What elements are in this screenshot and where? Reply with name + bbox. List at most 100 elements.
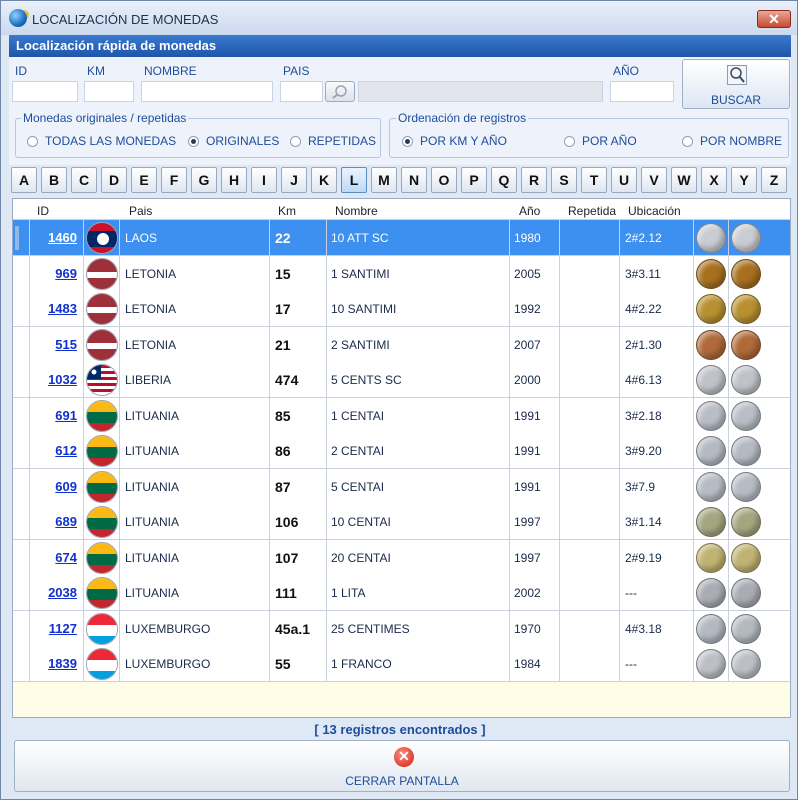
table-row[interactable]: 609 LITUANIA 87 5 CENTAI 1991 3#7.9: [13, 468, 790, 505]
letter-button-l[interactable]: L: [341, 167, 367, 193]
coin-id-link[interactable]: 689: [29, 514, 77, 529]
letter-button-j[interactable]: J: [281, 167, 307, 193]
coin-reverse-image[interactable]: [731, 613, 761, 644]
table-row[interactable]: 1483 LETONIA 17 10 SANTIMI 1992 4#2.22: [13, 291, 790, 327]
coin-reverse-image[interactable]: [731, 578, 761, 608]
ano-field[interactable]: [610, 81, 674, 102]
letter-button-c[interactable]: C: [71, 167, 97, 193]
letter-button-p[interactable]: P: [461, 167, 487, 193]
km-field[interactable]: [84, 81, 134, 102]
letter-button-f[interactable]: F: [161, 167, 187, 193]
radio-por-a-o[interactable]: POR AÑO: [564, 134, 637, 148]
table-row[interactable]: 1032 LIBERIA 474 5 CENTS SC 2000 4#6.13: [13, 362, 790, 398]
letter-button-g[interactable]: G: [191, 167, 217, 193]
coin-reverse-image[interactable]: [731, 329, 761, 360]
radio-todas-las-monedas[interactable]: TODAS LAS MONEDAS: [27, 134, 176, 148]
coin-obverse-image[interactable]: [696, 258, 726, 289]
coin-reverse-image[interactable]: [731, 400, 761, 431]
col-ubicacion[interactable]: Ubicación: [628, 204, 681, 218]
coin-reverse-image[interactable]: [731, 294, 761, 324]
coin-id-link[interactable]: 515: [29, 337, 77, 352]
letter-button-d[interactable]: D: [101, 167, 127, 193]
radio-por-km-y-a-o[interactable]: POR KM Y AÑO: [402, 134, 507, 148]
radio-originales[interactable]: ORIGINALES: [188, 134, 279, 148]
letter-button-v[interactable]: V: [641, 167, 667, 193]
letter-button-e[interactable]: E: [131, 167, 157, 193]
coin-reverse-image[interactable]: [731, 365, 761, 395]
coin-id-link[interactable]: 1032: [29, 372, 77, 387]
letter-button-w[interactable]: W: [671, 167, 697, 193]
coin-obverse-image[interactable]: [696, 613, 726, 644]
letter-button-s[interactable]: S: [551, 167, 577, 193]
coin-id-link[interactable]: 612: [29, 443, 77, 458]
coin-id-link[interactable]: 1483: [29, 301, 77, 316]
coin-obverse-image[interactable]: [696, 649, 726, 679]
table-row[interactable]: 2038 LITUANIA 111 1 LITA 2002 ---: [13, 575, 790, 611]
letter-button-r[interactable]: R: [521, 167, 547, 193]
table-row[interactable]: 674 LITUANIA 107 20 CENTAI 1997 2#9.19: [13, 539, 790, 576]
letter-button-k[interactable]: K: [311, 167, 337, 193]
letter-button-u[interactable]: U: [611, 167, 637, 193]
letter-button-z[interactable]: Z: [761, 167, 787, 193]
table-row[interactable]: 689 LITUANIA 106 10 CENTAI 1997 3#1.14: [13, 504, 790, 540]
col-nombre[interactable]: Nombre: [335, 204, 378, 218]
coin-id-link[interactable]: 1460: [29, 230, 77, 245]
col-km[interactable]: Km: [278, 204, 296, 218]
letter-button-o[interactable]: O: [431, 167, 457, 193]
nombre-field[interactable]: [141, 81, 273, 102]
coin-reverse-image[interactable]: [731, 436, 761, 466]
letter-button-h[interactable]: H: [221, 167, 247, 193]
letter-button-m[interactable]: M: [371, 167, 397, 193]
close-window-button[interactable]: ✕: [757, 10, 791, 28]
cerrar-pantalla-button[interactable]: ✕ CERRAR PANTALLA: [14, 740, 790, 792]
coin-reverse-image[interactable]: [731, 649, 761, 679]
coin-id-link[interactable]: 969: [29, 266, 77, 281]
coin-id-link[interactable]: 1839: [29, 656, 77, 671]
col-id[interactable]: ID: [37, 204, 49, 218]
coin-id-link[interactable]: 674: [29, 550, 77, 565]
id-field[interactable]: [12, 81, 78, 102]
table-row[interactable]: 1839 LUXEMBURGO 55 1 FRANCO 1984 ---: [13, 646, 790, 682]
table-row[interactable]: 515 LETONIA 21 2 SANTIMI 2007 2#1.30: [13, 326, 790, 363]
coin-obverse-image[interactable]: [696, 507, 726, 537]
coin-obverse-image[interactable]: [696, 578, 726, 608]
coin-reverse-image[interactable]: [731, 542, 761, 573]
coin-id-link[interactable]: 2038: [29, 585, 77, 600]
coin-obverse-image[interactable]: [696, 542, 726, 573]
letter-button-x[interactable]: X: [701, 167, 727, 193]
radio-repetidas[interactable]: REPETIDAS: [290, 134, 376, 148]
table-row[interactable]: 691 LITUANIA 85 1 CENTAI 1991 3#2.18: [13, 397, 790, 434]
radio-por-nombre[interactable]: POR NOMBRE: [682, 134, 782, 148]
table-row[interactable]: 969 LETONIA 15 1 SANTIMI 2005 3#3.11: [13, 255, 790, 292]
coin-obverse-image[interactable]: [696, 294, 726, 324]
letter-button-n[interactable]: N: [401, 167, 427, 193]
coin-id-link[interactable]: 1127: [29, 621, 77, 636]
col-repetida[interactable]: Repetida: [568, 204, 616, 218]
coin-obverse-image[interactable]: [696, 400, 726, 431]
coin-obverse-image[interactable]: [696, 329, 726, 360]
buscar-button[interactable]: BUSCAR: [682, 59, 790, 109]
coin-obverse-image[interactable]: [696, 436, 726, 466]
letter-button-i[interactable]: I: [251, 167, 277, 193]
col-pais[interactable]: Pais: [129, 204, 152, 218]
coin-id-link[interactable]: 609: [29, 479, 77, 494]
letter-button-a[interactable]: A: [11, 167, 37, 193]
coin-reverse-image[interactable]: [731, 471, 761, 502]
country-search-button[interactable]: [325, 81, 355, 102]
letter-button-t[interactable]: T: [581, 167, 607, 193]
coin-obverse-image[interactable]: [696, 365, 726, 395]
coin-id-link[interactable]: 691: [29, 408, 77, 423]
coin-reverse-image[interactable]: [731, 507, 761, 537]
coin-obverse-image[interactable]: [696, 223, 726, 253]
letter-button-q[interactable]: Q: [491, 167, 517, 193]
table-row[interactable]: 1127 LUXEMBURGO 45a.1 25 CENTIMES 1970 4#3.18: [13, 610, 790, 647]
coin-reverse-image[interactable]: [731, 258, 761, 289]
letter-button-b[interactable]: B: [41, 167, 67, 193]
col-ano[interactable]: Año: [519, 204, 540, 218]
coin-obverse-image[interactable]: [696, 471, 726, 502]
table-row[interactable]: 1460 LAOS 22 10 ATT SC 1980 2#2.12: [13, 220, 790, 256]
coin-reverse-image[interactable]: [731, 223, 761, 253]
letter-button-y[interactable]: Y: [731, 167, 757, 193]
table-row[interactable]: 612 LITUANIA 86 2 CENTAI 1991 3#9.20: [13, 433, 790, 469]
pais-code-field[interactable]: [280, 81, 323, 102]
